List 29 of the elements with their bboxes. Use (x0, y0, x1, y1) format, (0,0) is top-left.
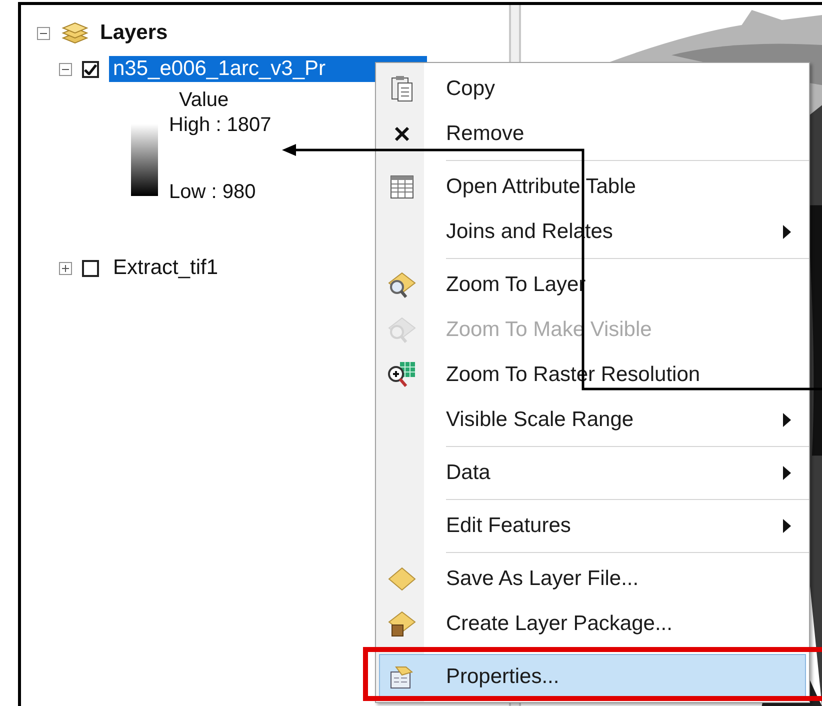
zoom-layer-icon (387, 270, 417, 298)
menu-item[interactable]: Visible Scale Range (379, 397, 806, 442)
properties-icon (388, 664, 416, 690)
expand-icon[interactable] (59, 262, 72, 274)
menu-item[interactable]: Remove (379, 111, 806, 156)
zoom-visible-icon (387, 316, 417, 344)
legend-low: Low : 980 (169, 181, 257, 204)
collapse-icon[interactable] (37, 26, 50, 40)
color-ramp (131, 124, 158, 196)
menu-item[interactable]: Data (379, 450, 806, 495)
clipboard-icon (390, 74, 414, 102)
legend-heading: Value (179, 89, 229, 112)
zoom-grid-icon (387, 360, 417, 388)
menu-item[interactable]: Open Attribute Table (379, 164, 806, 209)
checkbox[interactable] (82, 60, 99, 78)
menu-item[interactable]: Edit Features (379, 503, 806, 548)
menu-item[interactable]: Create Layer Package... (379, 601, 806, 646)
legend-high: High : 1807 (169, 114, 272, 137)
diamond-icon (387, 566, 417, 592)
menu-item[interactable]: Properties... (379, 654, 806, 699)
menu-item[interactable]: Save As Layer File... (379, 556, 806, 601)
layer-name[interactable]: Extract_tif1 (109, 255, 222, 281)
layers-icon (60, 21, 90, 45)
table-icon (390, 174, 414, 198)
collapse-icon[interactable] (59, 62, 72, 76)
checkbox[interactable] (82, 260, 99, 276)
package-icon (387, 610, 417, 638)
layers-label: Layers (100, 21, 168, 45)
close-icon (394, 126, 410, 142)
